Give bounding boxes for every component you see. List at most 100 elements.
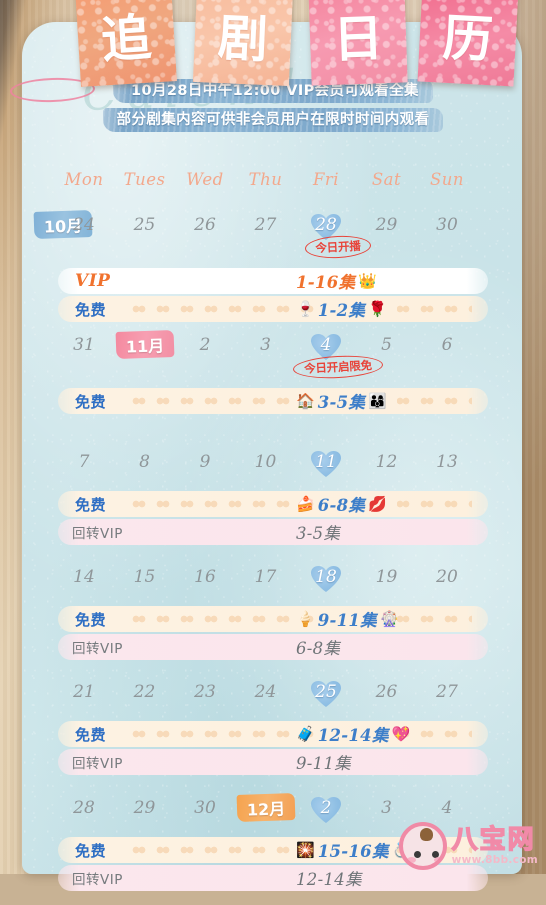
decoration-emoji-trailing: 👑	[358, 271, 377, 290]
month-badge-label: 11月	[125, 335, 165, 357]
day-cell-5[interactable]: 5	[355, 332, 419, 358]
day-number: 28	[315, 215, 337, 235]
day-cell-25[interactable]: 25	[294, 679, 358, 705]
day-cell-28[interactable]: 28	[294, 212, 358, 238]
day-cell-4[interactable]: 4	[294, 332, 358, 358]
day-cell-17[interactable]: 17	[234, 564, 298, 590]
day-cell-30[interactable]: 30	[415, 212, 479, 238]
day-cell-27[interactable]: 27	[234, 212, 298, 238]
decoration-emoji-trailing: 🎡	[379, 609, 399, 628]
day-number: 24	[73, 215, 95, 235]
bar-label: VIP	[75, 271, 111, 291]
day-cell-15[interactable]: 15	[113, 564, 177, 590]
bar-label: 回转VIP	[72, 872, 123, 888]
day-cell-25[interactable]: 25	[113, 212, 177, 238]
day-cell-2[interactable]: 2	[173, 332, 237, 358]
bar-label: 回转VIP	[72, 641, 123, 657]
day-number: 16	[194, 567, 216, 587]
episode-bar-free[interactable]: 免费 🍦 9-11集 🎡	[58, 606, 488, 632]
day-number: 2	[199, 335, 211, 355]
day-cell-2[interactable]: 2	[294, 795, 358, 821]
day-cell-9[interactable]: 9	[173, 449, 237, 475]
weekday-thu: Thu	[248, 170, 283, 189]
day-cell-16[interactable]: 16	[173, 564, 237, 590]
weekday-mon: Mon	[64, 170, 104, 189]
decoration-emoji-trailing: 👨‍👩‍👦	[368, 391, 387, 410]
bar-background	[58, 268, 488, 294]
episode-bar-free[interactable]: 免费 🧳 12-14集 💖	[58, 721, 488, 747]
episode-bar-free[interactable]: 免费 🍷 1-2集 🌹	[58, 296, 488, 322]
day-number: 19	[375, 567, 398, 587]
day-cell-13[interactable]: 13	[415, 449, 479, 475]
day-cell-26[interactable]: 26	[173, 212, 237, 238]
episode-bar-vip[interactable]: VIP 1-16集 👑	[58, 268, 488, 294]
day-cell-29[interactable]: 29	[355, 212, 419, 238]
day-cell-19[interactable]: 19	[355, 564, 419, 590]
day-cell-24[interactable]: 24	[52, 212, 116, 238]
day-cell-3[interactable]: 3	[355, 795, 419, 821]
day-number: 11	[315, 452, 337, 472]
bar-label: 免费	[75, 610, 107, 629]
episode-bar-hui[interactable]: 回转VIP 12-14集	[58, 865, 488, 891]
day-cell-26[interactable]: 26	[355, 679, 419, 705]
decoration-emoji-leading: 🏠	[296, 391, 315, 410]
day-number: 3	[260, 335, 271, 355]
day-number: 22	[133, 682, 156, 702]
episode-bar-hui[interactable]: 回转VIP 6-8集	[58, 634, 488, 660]
day-number: 25	[315, 682, 337, 702]
day-number: 30	[436, 215, 458, 235]
day-number: 15	[133, 567, 156, 587]
decoration-emoji-leading: 🎇	[296, 840, 315, 859]
day-cell-22[interactable]: 22	[113, 679, 177, 705]
day-cell-12[interactable]: 12	[355, 449, 419, 475]
decoration-emoji-trailing: 💍	[391, 840, 411, 859]
decoration-emoji-leading: 🍰	[296, 494, 315, 513]
bar-label: 免费	[75, 392, 107, 411]
day-cell-31[interactable]: 31	[52, 332, 116, 358]
day-cell-18[interactable]: 18	[294, 564, 358, 590]
day-cell-3[interactable]: 3	[234, 332, 298, 358]
bar-label: 免费	[75, 300, 107, 319]
day-cell-27[interactable]: 27	[415, 679, 479, 705]
episode-range: 6-8集	[296, 639, 341, 658]
day-cell-30[interactable]: 30	[173, 795, 237, 821]
day-number: 3	[381, 798, 392, 818]
decoration-emoji-leading: 🍷	[296, 299, 315, 318]
episode-bar-free[interactable]: 免费 🎇 15-16集 💍	[58, 837, 488, 863]
day-number: 26	[375, 682, 398, 702]
day-cell-11[interactable]: 11	[294, 449, 358, 475]
day-cell-14[interactable]: 14	[52, 564, 116, 590]
episode-bar-free[interactable]: 免费 🍰 6-8集 💋	[58, 491, 488, 517]
weekday-header-row: Mon Tues Wed Thu Fri Sat Sun	[22, 170, 522, 194]
episode-bar-hui[interactable]: 回转VIP 3-5集	[58, 519, 488, 545]
decoration-emoji-leading: 🧳	[296, 724, 315, 743]
day-cell-29[interactable]: 29	[113, 795, 177, 821]
day-cell-24[interactable]: 24	[234, 679, 298, 705]
episode-range: 9-11集	[317, 611, 377, 630]
day-number: 28	[73, 798, 95, 818]
day-cell-10[interactable]: 10	[234, 449, 298, 475]
episode-range: 15-16集	[317, 842, 389, 861]
day-cell-20[interactable]: 20	[415, 564, 479, 590]
day-number: 31	[73, 335, 95, 355]
day-cell-8[interactable]: 8	[113, 449, 177, 475]
day-cell-7[interactable]: 7	[52, 449, 116, 475]
episode-range: 3-5集	[296, 524, 341, 543]
day-note-text: 今日开启限免	[303, 357, 373, 376]
day-cell-21[interactable]: 21	[52, 679, 116, 705]
day-cell-28[interactable]: 28	[52, 795, 116, 821]
episode-bar-hui[interactable]: 回转VIP 9-11集	[58, 749, 488, 775]
episode-bar-free[interactable]: 免费 🏠 3-5集 👨‍👩‍👦	[58, 388, 488, 414]
day-cell-6[interactable]: 6	[415, 332, 479, 358]
day-cell-4[interactable]: 4	[415, 795, 479, 821]
bar-episode-group: 🍰 6-8集 💋	[296, 492, 387, 516]
bar-episode-group: 🍦 9-11集 🎡	[296, 607, 399, 631]
day-cell-23[interactable]: 23	[173, 679, 237, 705]
day-number: 26	[194, 215, 216, 235]
day-number: 8	[139, 452, 150, 472]
weekday-wed: Wed	[186, 170, 224, 189]
week-row: 21 22 23 24 25 26 27 免费 🧳 12-14集 💖 回转VIP 9-11集	[22, 679, 522, 789]
weekday-fri: Fri	[312, 170, 340, 189]
day-number: 23	[194, 682, 216, 702]
day-number: 25	[133, 215, 156, 235]
